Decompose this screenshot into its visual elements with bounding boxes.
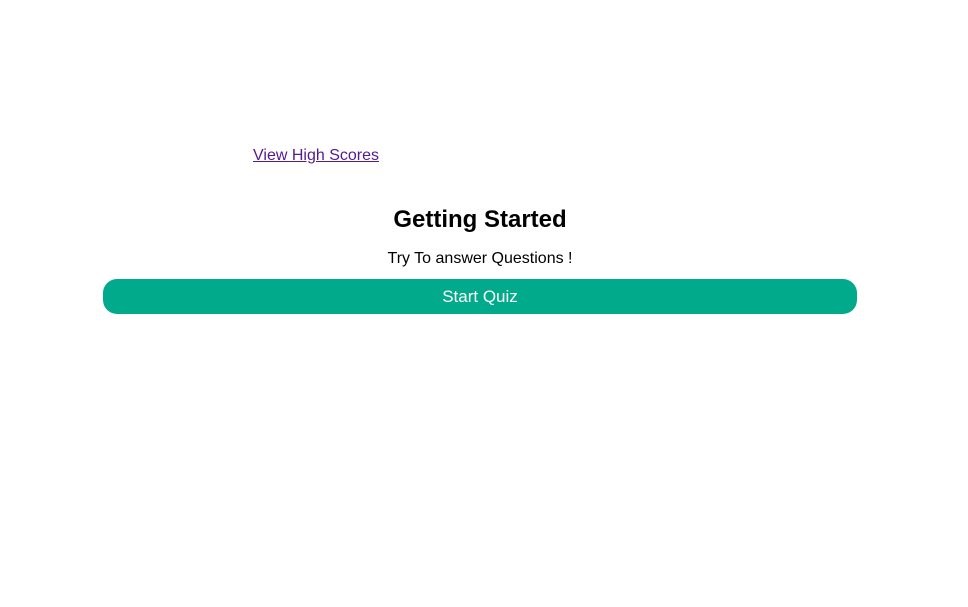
view-high-scores-link[interactable]: View High Scores [253,147,379,165]
page-title: Getting Started [393,206,567,233]
start-quiz-button[interactable]: Start Quiz [103,279,857,314]
instructions-text: Try To answer Questions ! [387,250,573,267]
